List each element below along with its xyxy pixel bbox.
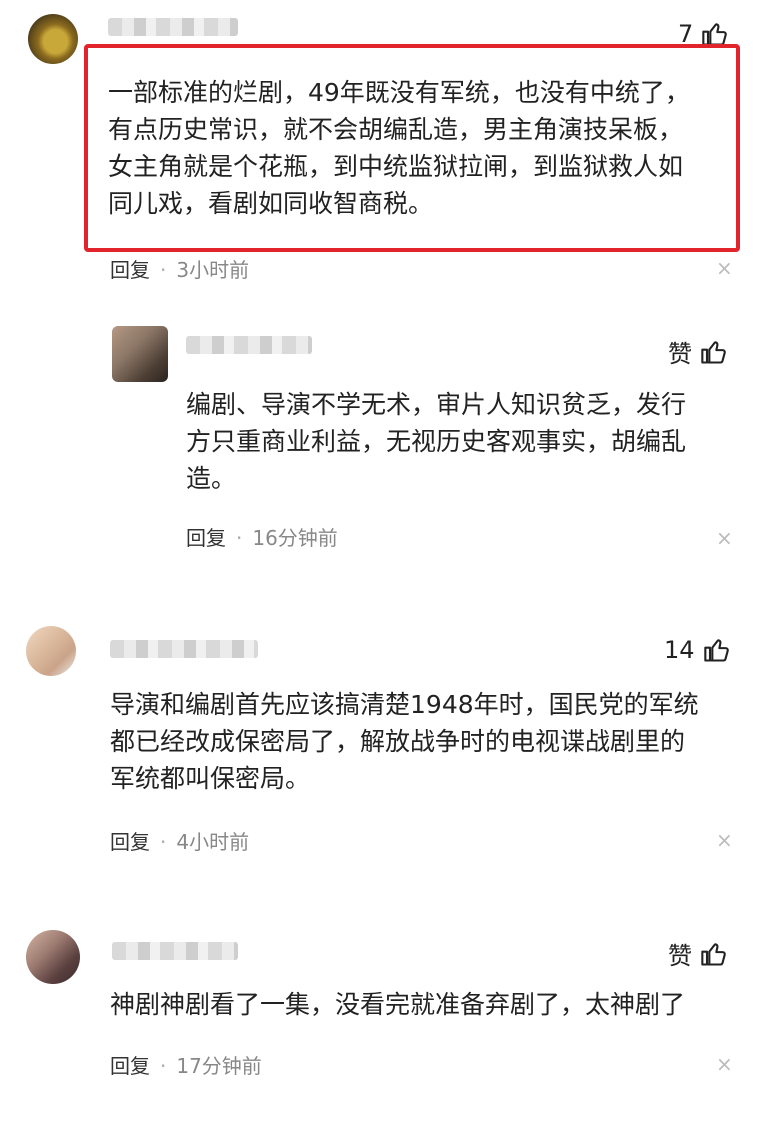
avatar[interactable] (28, 14, 78, 64)
username-blurred[interactable] (112, 942, 238, 960)
comment-meta: 回复 · 16分钟前 (186, 526, 338, 550)
reply-button[interactable]: 回复 (186, 526, 226, 550)
comment-line: 神剧神剧看了一集，没看完就准备弃剧了，太神剧了 (110, 990, 686, 1019)
comment-text: 导演和编剧首先应该搞清楚1948年时，国民党的军统 都已经改成保密局了，解放战争… (110, 686, 699, 797)
close-icon[interactable]: × (716, 526, 733, 550)
username-blurred[interactable] (110, 640, 258, 658)
reply-button[interactable]: 回复 (110, 258, 150, 282)
avatar[interactable] (26, 626, 76, 676)
like-count: 14 (664, 636, 695, 664)
timestamp: 4小时前 (176, 830, 250, 854)
username-blurred[interactable] (108, 18, 238, 36)
comment-line: 一部标准的烂剧，49年既没有军统，也没有中统了， (108, 78, 690, 107)
comment-meta: 回复 · 17分钟前 (110, 1054, 262, 1078)
comment-line: 军统都叫保密局。 (110, 764, 311, 793)
comment-text: 编剧、导演不学无术，审片人知识贫乏，发行 方只重商业利益，无视历史客观事实，胡编… (186, 386, 686, 497)
timestamp: 16分钟前 (252, 526, 338, 550)
like-button[interactable]: 赞 (668, 936, 728, 971)
thumbs-up-icon (703, 639, 729, 662)
like-button[interactable]: 赞 (668, 334, 728, 369)
comment-text: 一部标准的烂剧，49年既没有军统，也没有中统了， 有点历史常识，就不会胡编乱造，… (108, 74, 690, 222)
comment-line: 编剧、导演不学无术，审片人知识贫乏，发行 (186, 390, 687, 419)
timestamp: 3小时前 (176, 258, 250, 282)
avatar[interactable] (112, 326, 168, 382)
comment-line: 有点历史常识，就不会胡编乱造，男主角演技呆板， (108, 115, 684, 144)
close-icon[interactable]: × (716, 256, 733, 280)
avatar[interactable] (26, 930, 80, 984)
thumbs-up-icon (701, 340, 726, 364)
reply-button[interactable]: 回复 (110, 830, 150, 854)
timestamp: 17分钟前 (176, 1054, 262, 1078)
comment-line: 女主角就是个花瓶，到中统监狱拉闸，到监狱救人如 (108, 152, 684, 181)
comment-line: 导演和编剧首先应该搞清楚1948年时，国民党的军统 (110, 690, 699, 719)
comment-line: 同儿戏，看剧如同收智商税。 (108, 189, 434, 218)
like-label: 赞 (668, 340, 692, 368)
comment-line: 造。 (186, 464, 237, 493)
thumbs-up-icon (701, 942, 726, 966)
like-label: 赞 (668, 942, 692, 970)
comment-line: 都已经改成保密局了，解放战争时的电视谍战剧里的 (110, 727, 686, 756)
close-icon[interactable]: × (716, 828, 733, 852)
comment-meta: 回复 · 3小时前 (110, 258, 250, 282)
comment-text: 神剧神剧看了一集，没看完就准备弃剧了，太神剧了 (110, 986, 685, 1023)
username-blurred[interactable] (186, 336, 312, 354)
reply-button[interactable]: 回复 (110, 1054, 150, 1078)
like-button[interactable]: 14 (664, 636, 731, 664)
comment-line: 方只重商业利益，无视历史客观事实，胡编乱 (186, 427, 687, 456)
comment-meta: 回复 · 4小时前 (110, 830, 250, 854)
close-icon[interactable]: × (716, 1052, 733, 1076)
